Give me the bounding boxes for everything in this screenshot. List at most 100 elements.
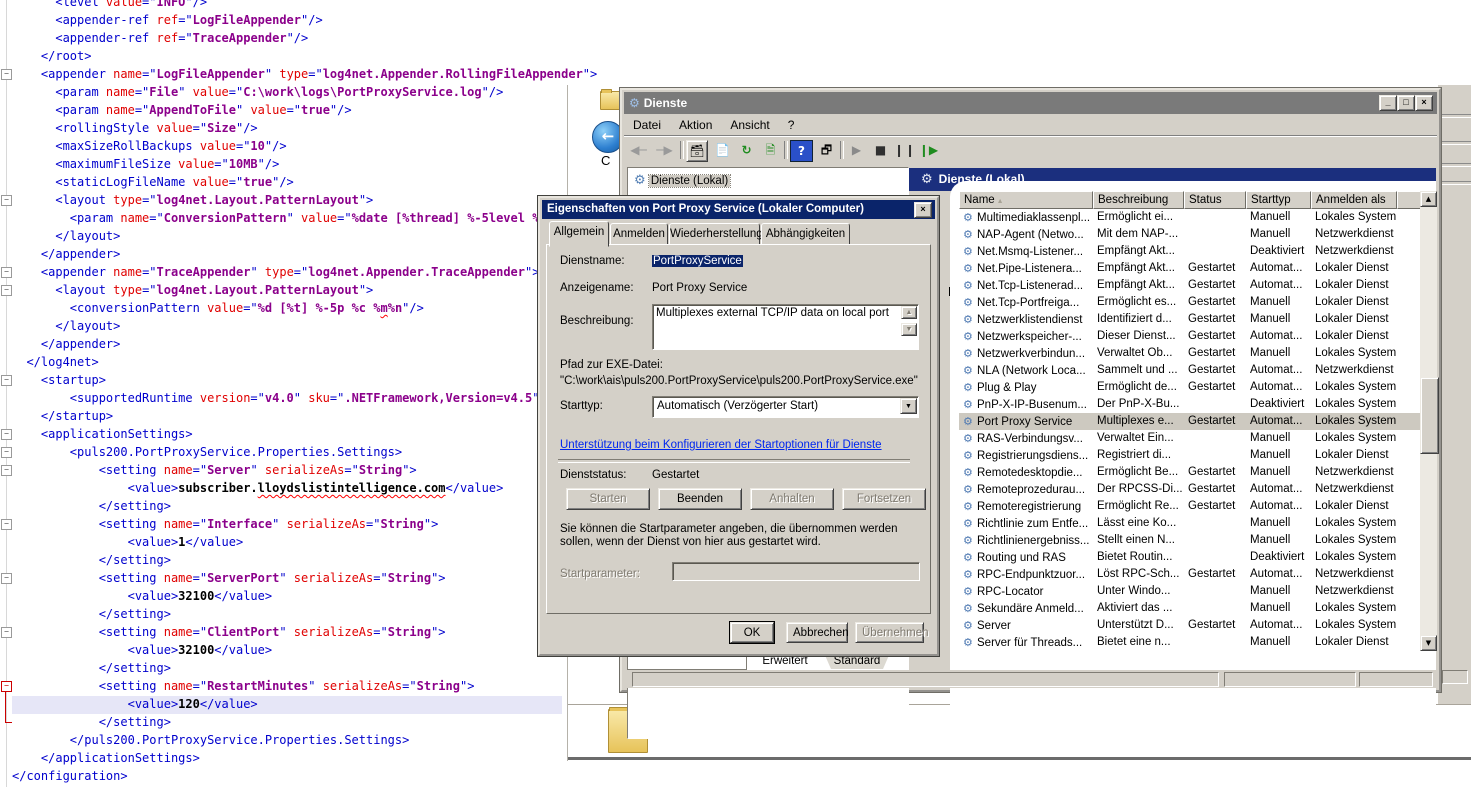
- menu-item-ansicht[interactable]: Ansicht: [721, 114, 778, 136]
- maximize-button[interactable]: □: [1397, 95, 1415, 111]
- properties-icon[interactable]: 📄: [712, 140, 733, 160]
- start-type-select[interactable]: Automatisch (Verzögerter Start) ▼: [652, 396, 919, 418]
- service-row[interactable]: ⚙RAS-Verbindungsv...Verwaltet Ein...Manu…: [959, 430, 1421, 447]
- fold-toggle-icon[interactable]: −: [1, 195, 12, 206]
- column-header-beschreibung[interactable]: Beschreibung: [1093, 191, 1184, 209]
- service-row[interactable]: ⚙Port Proxy ServiceMultiplexes e...Gesta…: [959, 413, 1421, 430]
- scroll-down-icon[interactable]: ▼: [1420, 635, 1437, 651]
- service-row[interactable]: ⚙Routing und RASBietet Routin...Deaktivi…: [959, 549, 1421, 566]
- stop-service-icon[interactable]: ■: [870, 140, 891, 160]
- chevron-down-icon[interactable]: ▼: [900, 398, 917, 414]
- help-icon[interactable]: ?: [790, 140, 813, 162]
- restart-service-icon[interactable]: ❙▶: [918, 140, 939, 160]
- fold-toggle-icon[interactable]: −: [1, 267, 12, 278]
- service-row[interactable]: ⚙Net.Msmq-Listener...Empfängt Akt...Deak…: [959, 243, 1421, 260]
- service-row[interactable]: ⚙Multimediaklassenpl...Ermöglicht ei...M…: [959, 209, 1421, 226]
- dialog-tab-allgemein[interactable]: Allgemein: [549, 221, 609, 247]
- start-button[interactable]: Starten: [566, 488, 650, 510]
- export-list-icon[interactable]: 🗎: [760, 140, 781, 160]
- service-row[interactable]: ⚙Richtlinie zum Entfe...Lässt eine Ko...…: [959, 515, 1421, 532]
- service-row[interactable]: ⚙PnP-X-IP-Busenum...Der PnP-X-Bu...Deakt…: [959, 396, 1421, 413]
- service-gear-icon: ⚙: [963, 311, 977, 328]
- pause-button[interactable]: Anhalten: [750, 488, 834, 510]
- fold-toggle-icon[interactable]: −: [1, 285, 12, 296]
- description-field[interactable]: Multiplexes external TCP/IP data on loca…: [652, 304, 919, 350]
- service-row[interactable]: ⚙Richtlinienergebniss...Stellt einen N..…: [959, 532, 1421, 549]
- tree-item-label: Dienste (Lokal): [649, 175, 730, 187]
- service-row[interactable]: ⚙ServerUnterstützt D...GestartetAutomat.…: [959, 617, 1421, 634]
- pause-service-icon[interactable]: ❙❙: [894, 140, 915, 160]
- fold-toggle-icon[interactable]: −: [1, 573, 12, 584]
- scroll-down-icon[interactable]: ▼: [901, 323, 917, 336]
- service-cell: [1184, 634, 1246, 651]
- service-row[interactable]: ⚙NLA (Network Loca...Sammelt und ...Gest…: [959, 362, 1421, 379]
- xml-config-editor[interactable]: −−−−−−−−−−−− <level value="INFO"/> <appe…: [0, 0, 620, 787]
- dialog-titlebar[interactable]: Eigenschaften von Port Proxy Service (Lo…: [542, 200, 935, 219]
- scroll-up-icon[interactable]: ▲: [1420, 191, 1437, 207]
- service-row[interactable]: ⚙RemoteregistrierungErmöglicht Re...Gest…: [959, 498, 1421, 515]
- service-cell: Automat...: [1246, 566, 1311, 583]
- fold-toggle-icon[interactable]: −: [1, 519, 12, 530]
- service-row[interactable]: ⚙Netzwerkverbindun...Verwaltet Ob...Gest…: [959, 345, 1421, 362]
- service-row[interactable]: ⚙Netzwerkspeicher-...Dieser Dienst...Ges…: [959, 328, 1421, 345]
- refresh-icon[interactable]: ↻: [736, 140, 757, 160]
- cancel-button[interactable]: Abbrechen: [786, 622, 848, 643]
- column-header-anmeldenals[interactable]: Anmelden als: [1311, 191, 1397, 209]
- ok-button[interactable]: OK: [730, 622, 774, 643]
- menu-item-datei[interactable]: Datei: [624, 114, 670, 136]
- service-row[interactable]: ⚙NAP-Agent (Netwo...Mit dem NAP-...Manue…: [959, 226, 1421, 243]
- dialog-tab-abhngigkeiten[interactable]: Abhängigkeiten: [761, 223, 850, 246]
- fold-toggle-icon[interactable]: −: [1, 681, 12, 692]
- service-row[interactable]: ⚙Sekundäre Anmeld...Aktiviert das ...Man…: [959, 600, 1421, 617]
- fold-toggle-icon[interactable]: −: [1, 627, 12, 638]
- column-header-starttyp[interactable]: Starttyp: [1246, 191, 1311, 209]
- scroll-up-icon[interactable]: ▲: [901, 306, 917, 319]
- service-row[interactable]: ⚙Net.Tcp-Listenerad...Empfängt Akt...Ges…: [959, 277, 1421, 294]
- scrollbar-thumb[interactable]: [1420, 377, 1439, 454]
- service-row[interactable]: ⚙RPC-Endpunktzuor...Löst RPC-Sch...Gesta…: [959, 566, 1421, 583]
- column-header-name[interactable]: Name ▲: [959, 191, 1093, 209]
- column-header-status[interactable]: Status: [1184, 191, 1246, 209]
- menu-item-aktion[interactable]: Aktion: [670, 114, 721, 136]
- close-button[interactable]: ×: [1415, 95, 1433, 111]
- service-cell: ⚙RPC-Locator: [959, 583, 1093, 600]
- fold-toggle-icon[interactable]: −: [1, 465, 12, 476]
- service-row[interactable]: ⚙Remoteprozedurau...Der RPCSS-Di...Gesta…: [959, 481, 1421, 498]
- service-row[interactable]: ⚙RPC-LocatorUnter Windo...ManuellNetzwer…: [959, 583, 1421, 600]
- service-gear-icon: ⚙: [963, 396, 977, 413]
- services-titlebar[interactable]: ⚙Dienste _ □ ×: [624, 92, 1437, 114]
- startup-options-link[interactable]: Unterstützung beim Konfigurieren der Sta…: [560, 439, 882, 451]
- tree-item-services-local[interactable]: ⚙ Dienste (Lokal): [634, 173, 730, 189]
- service-row[interactable]: ⚙Plug & PlayErmöglicht de...GestartetAut…: [959, 379, 1421, 396]
- start-service-icon[interactable]: ▶: [846, 140, 867, 160]
- stop-button[interactable]: Beenden: [658, 488, 742, 510]
- forward-icon[interactable]: ─▶: [654, 140, 675, 160]
- service-row[interactable]: ⚙Net.Tcp-Portfreiga...Ermöglicht es...Ge…: [959, 294, 1421, 311]
- fold-toggle-icon[interactable]: −: [1, 375, 12, 386]
- service-name-value[interactable]: PortProxyService: [652, 255, 743, 267]
- dialog-tab-wiederherstellung[interactable]: Wiederherstellung: [669, 223, 760, 246]
- service-cell: Lokaler Dienst: [1311, 260, 1397, 277]
- service-row[interactable]: ⚙NetzwerklistendienstIdentifiziert d...G…: [959, 311, 1421, 328]
- service-row[interactable]: ⚙Remotedesktopdie...Ermöglicht Be...Gest…: [959, 464, 1421, 481]
- resume-button[interactable]: Fortsetzen: [842, 488, 926, 510]
- apply-button[interactable]: Übernehmen: [855, 622, 924, 643]
- extended-view-icon[interactable]: 🗗: [816, 140, 837, 160]
- dialog-tab-anmelden[interactable]: Anmelden: [610, 223, 668, 246]
- service-gear-icon: ⚙: [963, 430, 977, 447]
- start-params-input[interactable]: [672, 562, 920, 581]
- close-icon[interactable]: ×: [914, 202, 932, 218]
- back-icon[interactable]: ◀─: [628, 140, 649, 160]
- service-cell: Lokales System: [1311, 515, 1397, 532]
- services-scrollbar[interactable]: ▲ ▼: [1420, 191, 1437, 651]
- service-row[interactable]: ⚙Net.Pipe-Listenera...Empfängt Akt...Ges…: [959, 260, 1421, 277]
- fold-toggle-icon[interactable]: −: [1, 69, 12, 80]
- fold-toggle-icon[interactable]: −: [1, 447, 12, 458]
- service-cell: ⚙Netzwerkverbindun...: [959, 345, 1093, 362]
- service-row[interactable]: ⚙Registrierungsdiens...Registriert di...…: [959, 447, 1421, 464]
- fold-toggle-icon[interactable]: −: [1, 429, 12, 440]
- show-console-tree-icon[interactable]: 🗃: [686, 140, 708, 162]
- menu-item-[interactable]: ?: [779, 114, 804, 136]
- service-row[interactable]: ⚙Server für Threads...Bietet eine n...Ma…: [959, 634, 1421, 651]
- minimize-button[interactable]: _: [1379, 95, 1397, 111]
